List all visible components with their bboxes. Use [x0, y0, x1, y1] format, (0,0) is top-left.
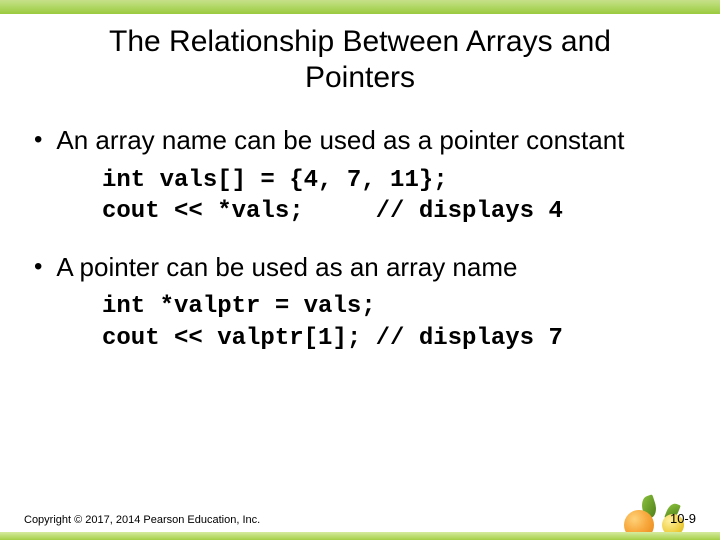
bullet-text: A pointer can be used as an array name — [56, 251, 517, 284]
copyright-text: Copyright © 2017, 2014 Pearson Education… — [24, 514, 260, 526]
bullet-dot-icon: • — [34, 124, 42, 155]
bullet-item: • A pointer can be used as an array name — [28, 251, 692, 284]
slide-body: The Relationship Between Arrays and Poin… — [0, 14, 720, 354]
code-block: int vals[] = {4, 7, 11}; cout << *vals; … — [102, 165, 692, 227]
top-accent-band — [0, 0, 720, 14]
slide-footer: Copyright © 2017, 2014 Pearson Education… — [24, 511, 696, 526]
page-number: 10-9 — [670, 511, 696, 526]
bullet-item: • An array name can be used as a pointer… — [28, 124, 692, 157]
bullet-dot-icon: • — [34, 251, 42, 282]
code-block: int *valptr = vals; cout << valptr[1]; /… — [102, 291, 692, 353]
slide-title: The Relationship Between Arrays and Poin… — [28, 24, 692, 96]
bottom-accent-band — [0, 532, 720, 540]
bullet-text: An array name can be used as a pointer c… — [56, 124, 624, 157]
